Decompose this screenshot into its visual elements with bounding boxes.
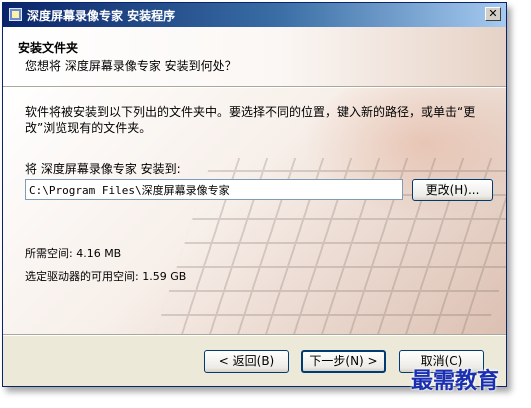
installer-window: 深度屏幕录像专家 安装程序 ✕ 安装文件夹 您想将 深度屏幕录像专家 安装到何处… [2,2,507,387]
instructions-text: 软件将被安装到以下列出的文件夹中。要选择不同的位置，键入新的路径，或单击“更改”… [25,105,476,135]
page-title: 安装文件夹 [18,41,79,55]
change-folder-button[interactable]: 更改(H)... [412,179,493,201]
window-title: 深度屏幕录像专家 安装程序 [27,9,176,23]
install-path-label: 将 深度屏幕录像专家 安装到: [25,162,181,176]
page-subtitle: 您想将 深度屏幕录像专家 安装到何处？ [25,59,237,73]
install-path-input[interactable] [25,179,403,200]
header-panel: 安装文件夹 您想将 深度屏幕录像专家 安装到何处？ [3,27,506,86]
space-required-text: 所需空间: 4.16 MB [25,247,122,260]
content-panel: 软件将被安装到以下列出的文件夹中。要选择不同的位置，键入新的路径，或单击“更改”… [3,88,506,334]
app-icon [9,8,22,21]
back-button[interactable]: < 返回(B) [204,350,289,373]
space-available-text: 选定驱动器的可用空间: 1.59 GB [25,270,187,283]
watermark-logo: 最需教育 [411,368,500,394]
close-button[interactable]: ✕ [485,7,501,21]
footer-divider [3,334,506,336]
next-button[interactable]: 下一步(N) > [301,350,386,373]
title-bar[interactable]: 深度屏幕录像专家 安装程序 ✕ [3,3,506,27]
